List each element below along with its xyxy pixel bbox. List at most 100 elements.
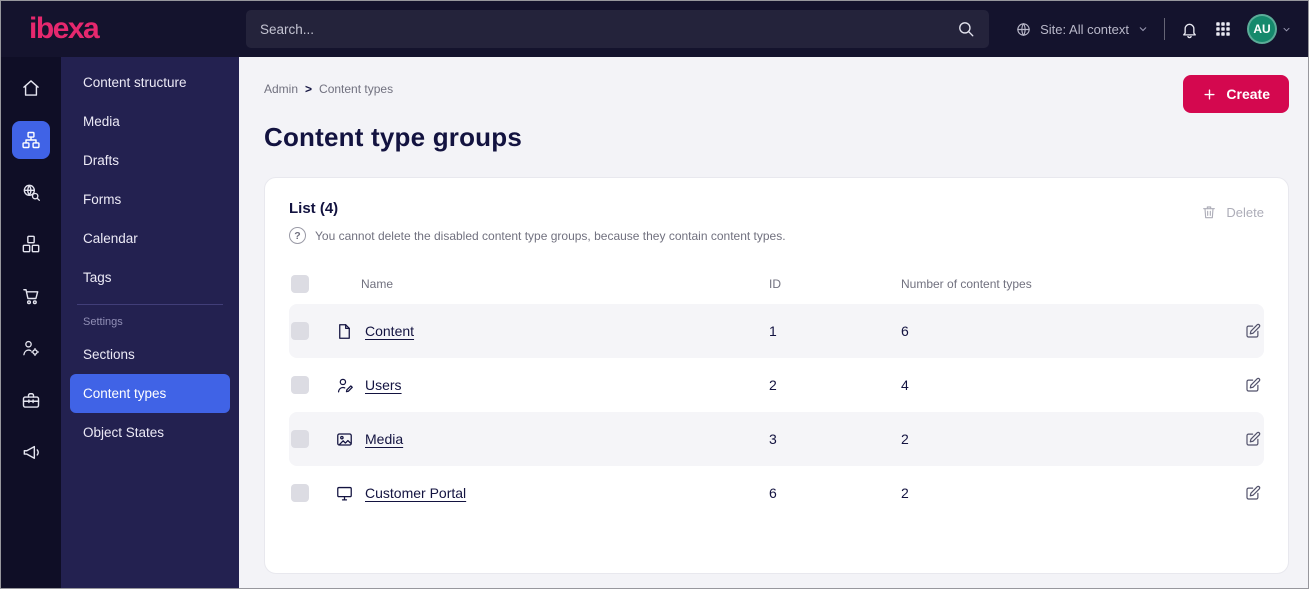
content-type-group-link[interactable]: Users: [365, 377, 402, 393]
content-structure-icon[interactable]: [12, 121, 50, 159]
table-row: Users 2 4: [289, 358, 1264, 412]
chevron-down-icon: [1137, 23, 1149, 35]
edit-button[interactable]: [1244, 430, 1262, 448]
chevron-down-icon: [1281, 24, 1292, 35]
column-header-count: Number of content types: [901, 277, 1032, 291]
megaphone-icon[interactable]: [12, 433, 50, 471]
sidebar-item-label: Content types: [83, 386, 167, 401]
select-all-checkbox[interactable]: [291, 275, 309, 293]
sidebar-item-sections[interactable]: Sections: [70, 335, 230, 374]
delete-button[interactable]: Delete: [1201, 200, 1264, 220]
sidebar-settings-label: Settings: [83, 316, 123, 328]
row-count: 6: [901, 323, 909, 339]
sidebar-item-label: Object States: [83, 425, 165, 440]
table-row: Customer Portal 6 2: [289, 466, 1264, 520]
breadcrumb-separator: >: [305, 82, 313, 96]
globe-icon: [1015, 21, 1032, 38]
topbar-controls: Site: All context AU: [1015, 14, 1308, 44]
row-checkbox[interactable]: [291, 322, 309, 340]
row-id: 2: [769, 377, 777, 393]
app-grid-icon[interactable]: [1214, 20, 1232, 38]
breadcrumb-current: Content types: [319, 82, 394, 96]
user-edit-icon: [335, 376, 355, 395]
breadcrumb-admin[interactable]: Admin: [264, 82, 298, 96]
search-icon: [957, 20, 975, 38]
sidebar-divider: [77, 304, 223, 305]
home-icon[interactable]: [12, 69, 50, 107]
row-id: 6: [769, 485, 777, 501]
sidebar-item-label: Content structure: [83, 75, 187, 90]
sidebar-item-forms[interactable]: Forms: [70, 180, 230, 219]
edit-button[interactable]: [1244, 484, 1262, 502]
row-checkbox[interactable]: [291, 376, 309, 394]
icon-rail: [1, 57, 61, 588]
global-search: [246, 10, 990, 48]
row-count: 4: [901, 377, 909, 393]
sidebar-item-content-structure[interactable]: Content structure: [70, 63, 230, 102]
app-window: ibexa Site: All context: [0, 0, 1309, 589]
sidebar-item-content-types[interactable]: Content types: [70, 374, 230, 413]
row-id: 1: [769, 323, 777, 339]
list-title: List (4): [289, 200, 339, 217]
trash-icon: [1201, 204, 1217, 220]
site-search-icon[interactable]: [12, 173, 50, 211]
sidebar-item-label: Drafts: [83, 153, 120, 168]
portal-monitor-icon: [335, 484, 355, 503]
edit-button[interactable]: [1244, 376, 1262, 394]
table-row: Media 3 2: [289, 412, 1264, 466]
delete-button-label: Delete: [1226, 204, 1264, 220]
content-type-group-link[interactable]: Content: [365, 323, 414, 339]
sidebar-item-tags[interactable]: Tags: [70, 258, 230, 297]
catalog-icon[interactable]: [12, 225, 50, 263]
topbar-divider: [1164, 18, 1165, 40]
row-id: 3: [769, 431, 777, 447]
site-context-selector[interactable]: Site: All context: [1015, 21, 1149, 38]
sidebar-item-media[interactable]: Media: [70, 102, 230, 141]
plus-icon: [1202, 87, 1217, 102]
content-file-icon: [335, 322, 355, 341]
edit-button[interactable]: [1244, 322, 1262, 340]
cart-icon[interactable]: [12, 277, 50, 315]
row-count: 2: [901, 485, 909, 501]
sidebar-item-label: Media: [83, 114, 120, 129]
sidebar-menu: Content structure Media Drafts Forms Cal…: [61, 57, 239, 588]
breadcrumb: Admin > Content types: [264, 75, 393, 96]
content-type-groups-card: List (4) ? You cannot delete the disable…: [264, 177, 1289, 574]
app-body: Content structure Media Drafts Forms Cal…: [1, 57, 1308, 588]
content-type-group-link[interactable]: Customer Portal: [365, 485, 466, 501]
table-row: Content 1 6: [289, 304, 1264, 358]
row-count: 2: [901, 431, 909, 447]
sidebar-item-drafts[interactable]: Drafts: [70, 141, 230, 180]
help-icon[interactable]: ?: [289, 227, 306, 244]
sidebar-item-label: Tags: [83, 270, 112, 285]
sidebar-item-label: Sections: [83, 347, 135, 362]
sidebar-item-object-states[interactable]: Object States: [70, 413, 230, 452]
content-type-group-link[interactable]: Media: [365, 431, 403, 447]
search-input[interactable]: [260, 21, 958, 37]
avatar: AU: [1247, 14, 1277, 44]
site-context-label: Site: All context: [1040, 21, 1129, 37]
content-type-groups-table: Name ID Number of content types Content: [289, 264, 1264, 520]
ibexa-logo: ibexa: [29, 12, 100, 45]
page-title: Content type groups: [264, 122, 523, 152]
delete-note: ? You cannot delete the disabled content…: [289, 227, 786, 244]
row-checkbox[interactable]: [291, 484, 309, 502]
sidebar-item-label: Forms: [83, 192, 122, 207]
notifications-bell-icon[interactable]: [1180, 20, 1199, 39]
delete-note-text: You cannot delete the disabled content t…: [315, 228, 786, 243]
row-checkbox[interactable]: [291, 430, 309, 448]
sidebar-item-label: Calendar: [83, 231, 138, 246]
logo-area: ibexa: [1, 12, 238, 46]
admin-icon[interactable]: [12, 329, 50, 367]
column-header-name: Name: [361, 277, 394, 291]
table-header-row: Name ID Number of content types: [289, 264, 1264, 304]
create-button-label: Create: [1226, 86, 1270, 102]
workspace-icon[interactable]: [12, 381, 50, 419]
sidebar-item-calendar[interactable]: Calendar: [70, 219, 230, 258]
media-image-icon: [335, 430, 355, 449]
create-button[interactable]: Create: [1183, 75, 1289, 113]
user-menu[interactable]: AU: [1247, 14, 1292, 44]
main-content: Admin > Content types Create Content type …: [239, 57, 1308, 588]
topbar: ibexa Site: All context: [1, 1, 1308, 57]
column-header-id: ID: [769, 277, 781, 291]
